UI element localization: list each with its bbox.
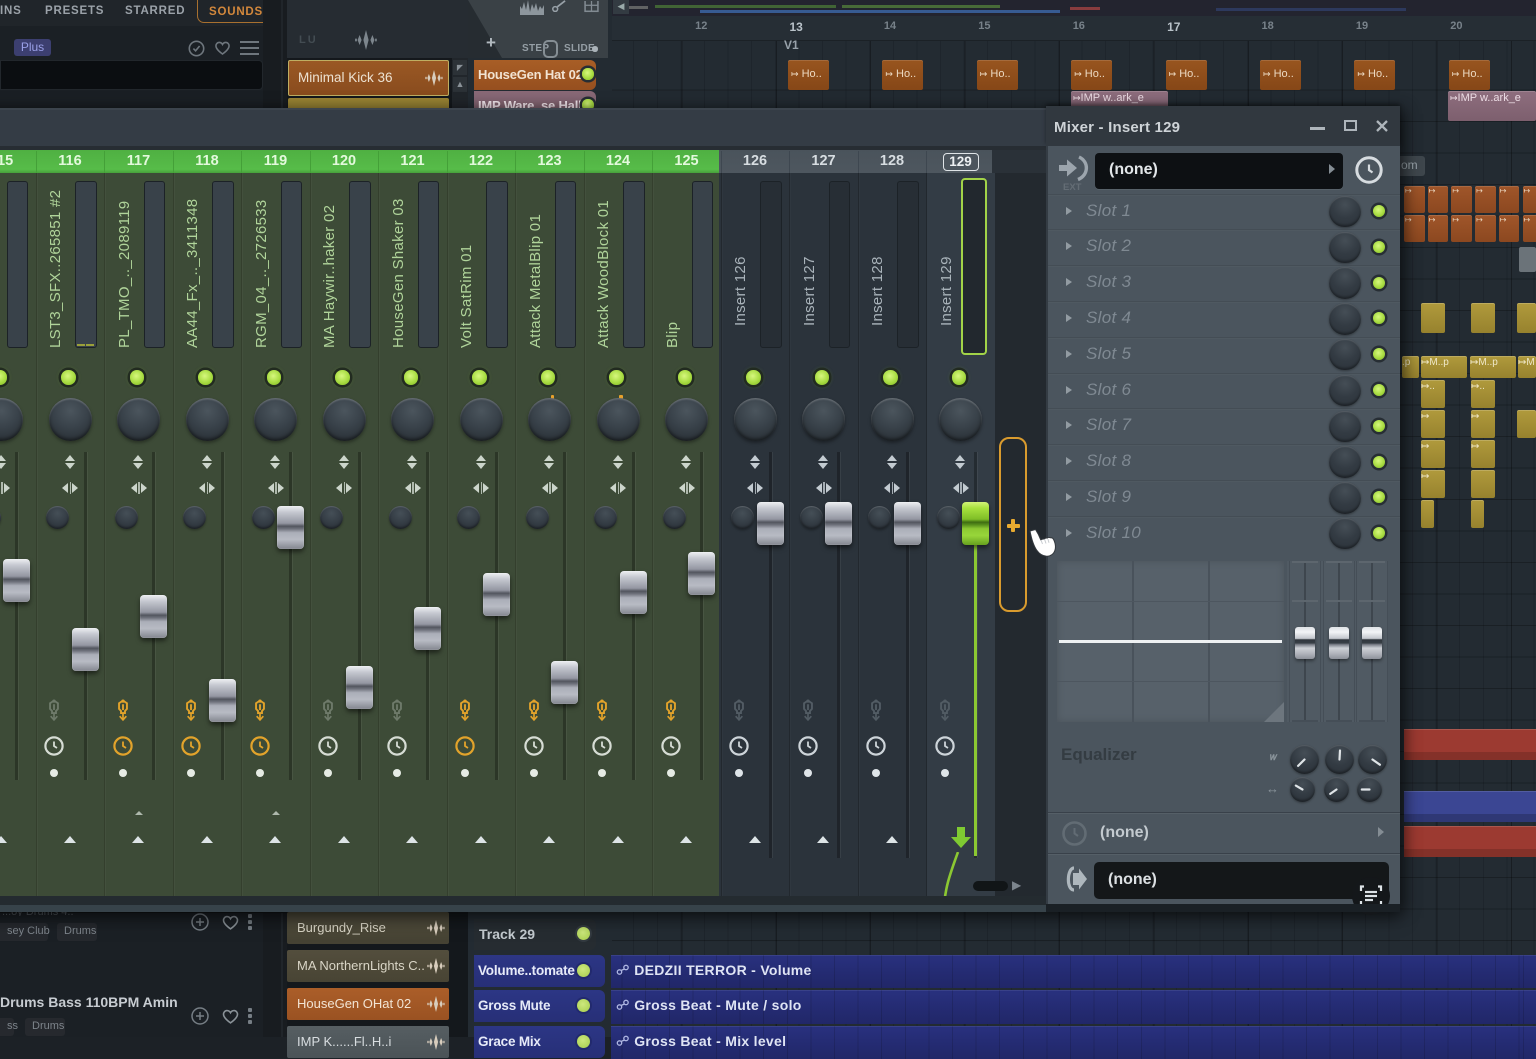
svg-text:EXT: EXT [1063, 182, 1082, 192]
